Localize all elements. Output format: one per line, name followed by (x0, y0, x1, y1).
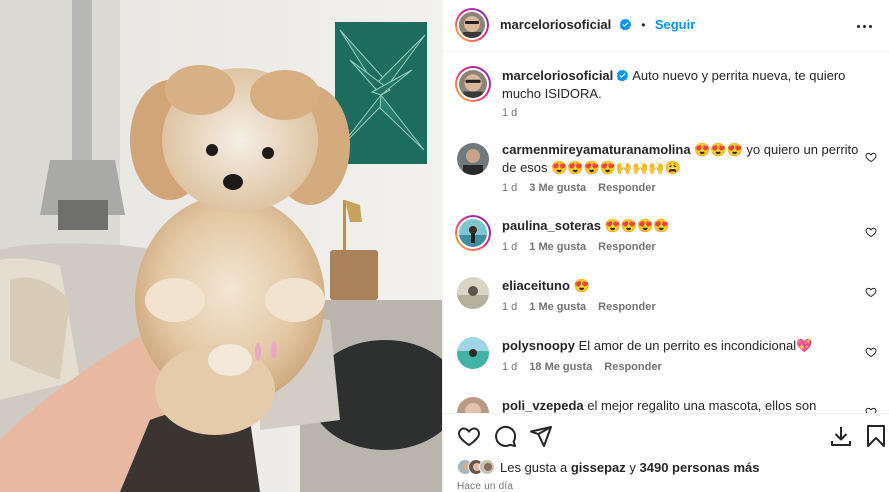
more-options-icon[interactable] (852, 14, 876, 38)
verified-badge-icon (619, 18, 631, 31)
comment-like-icon[interactable] (865, 151, 877, 163)
author-avatar[interactable] (455, 8, 489, 42)
comment-avatar[interactable] (457, 397, 489, 413)
comment-reply-button[interactable]: Responder (604, 361, 661, 373)
caption-time: 1 d (502, 107, 518, 119)
comment-text: 😍 (573, 278, 590, 293)
likes-user[interactable]: gissepaz (571, 460, 626, 475)
comment-username[interactable]: eliaceituno (502, 278, 570, 293)
likes-summary[interactable]: Les gusta a gissepaz y 3490 personas más (457, 459, 759, 475)
comment-time: 1 d (502, 301, 518, 313)
caption-avatar[interactable] (455, 66, 491, 102)
download-icon[interactable] (829, 424, 853, 448)
author-username[interactable]: marceloriosoficial (500, 17, 611, 32)
comment-username[interactable]: poli_vzepeda (502, 398, 584, 413)
post-header: marceloriosoficial • Seguir (443, 0, 889, 52)
comment-username[interactable]: carmenmireyamaturanamolina (502, 142, 691, 157)
caption: marceloriosoficial Auto nuevo y perrita … (455, 66, 877, 127)
send-icon[interactable] (529, 424, 553, 448)
comment-username[interactable]: paulina_soteras (502, 218, 601, 233)
liker-avatar (479, 459, 495, 475)
caption-username[interactable]: marceloriosoficial (502, 68, 613, 83)
comment-time: 1 d (502, 361, 518, 373)
comment-time: 1 d (502, 182, 518, 194)
comment-like-icon[interactable] (865, 286, 877, 298)
likes-conj: y (629, 459, 636, 475)
comment-likes[interactable]: 18 Me gusta (529, 361, 592, 373)
post-actions: Les gusta a gissepaz y 3490 personas más… (443, 413, 889, 492)
comment-item: carmenmireyamaturanamolina 😍😍😍 yo quiero… (457, 141, 877, 197)
comment-likes[interactable]: 1 Me gusta (529, 241, 586, 253)
comment-icon[interactable] (493, 424, 517, 448)
follow-button[interactable]: Seguir (655, 17, 695, 32)
comment-like-icon[interactable] (865, 346, 877, 358)
comment-username[interactable]: polysnoopy (502, 338, 575, 353)
comment-avatar[interactable] (455, 215, 491, 251)
comment-reply-button[interactable]: Responder (598, 182, 655, 194)
comment-text: El amor de un perrito es incondicional💖 (578, 338, 813, 353)
likes-count[interactable]: 3490 personas más (640, 460, 760, 475)
comment-avatar[interactable] (457, 277, 489, 309)
comment-reply-button[interactable]: Responder (598, 301, 655, 313)
comments-list[interactable]: marceloriosoficial Auto nuevo y perrita … (443, 53, 889, 413)
likes-prefix: Les gusta a (500, 459, 568, 475)
comment-like-icon[interactable] (865, 406, 877, 413)
comment-item: paulina_soteras 😍😍😍😍 1 d 1 Me gusta Respon… (455, 215, 877, 257)
comment-reply-button[interactable]: Responder (598, 241, 655, 253)
post-timestamp: Hace un día (457, 481, 514, 492)
comment-time: 1 d (502, 241, 518, 253)
comment-item: eliaceituno 😍 1 d 1 Me gusta Responder (457, 277, 877, 317)
separator-dot: • (641, 18, 646, 32)
comment-avatar[interactable] (457, 143, 489, 175)
comment-avatar[interactable] (457, 337, 489, 369)
post-image[interactable] (0, 0, 442, 492)
comment-text: 😍😍😍😍 (604, 218, 670, 233)
post-detail-panel: marceloriosoficial • Seguir marcelorioso… (442, 0, 889, 492)
comment-text: el mejor regalito una mascota, ellos son (587, 398, 817, 413)
bookmark-icon[interactable] (864, 424, 888, 448)
verified-badge-icon (617, 69, 629, 82)
comment-item: poli_vzepeda el mejor regalito una masco… (457, 397, 877, 413)
comment-likes[interactable]: 3 Me gusta (529, 182, 586, 194)
heart-outline-icon[interactable] (457, 424, 481, 448)
comment-item: polysnoopy El amor de un perrito es inco… (457, 337, 877, 377)
comment-like-icon[interactable] (865, 226, 877, 238)
puppy-photo (0, 0, 442, 492)
comment-likes[interactable]: 1 Me gusta (529, 301, 586, 313)
